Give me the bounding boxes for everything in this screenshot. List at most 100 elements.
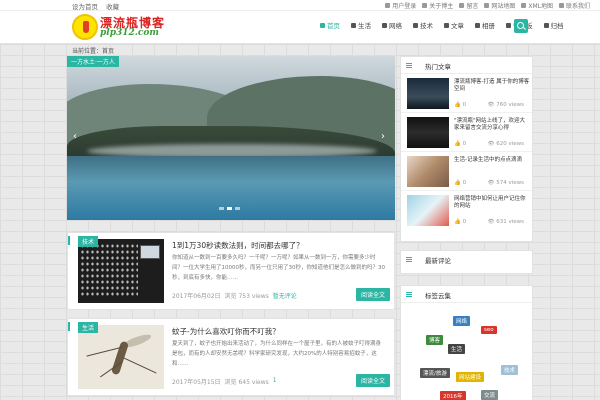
post-thumbnail[interactable]	[78, 325, 164, 389]
tag-item[interactable]: 网络	[453, 316, 471, 326]
post-title[interactable]: 蚊子-为什么喜欢叮你而不叮我？	[172, 326, 280, 337]
like-count: 👍 0	[454, 180, 467, 186]
top-right-links: 用户登录 关于博主 留言 网站地图 XML地图 联系我们	[385, 1, 590, 10]
hot-post-item[interactable]: 网络营销中如何让用户记住你的网站 👍 0 👁 631 views	[401, 191, 532, 230]
tag-item[interactable]: 技术	[501, 365, 519, 375]
post-category-tag[interactable]: 生活	[78, 322, 99, 333]
map-marker-icon	[484, 3, 490, 8]
equipment-screen	[140, 245, 160, 259]
view-count-value: 620 views	[496, 141, 524, 147]
contact-label: 联系我们	[565, 3, 590, 10]
hot-post-item[interactable]: 生活-记录生活中的点点滴滴 👍 0 👁 574 views	[401, 152, 532, 191]
search-button[interactable]	[514, 19, 528, 33]
list-icon	[406, 257, 412, 262]
home-icon	[320, 22, 325, 28]
bookmark-icon	[459, 3, 465, 8]
trophy-icon	[444, 22, 449, 28]
people-icon	[351, 22, 356, 28]
xml-map-link[interactable]: XML地图	[521, 1, 553, 10]
nav-archive-label: 归档	[550, 22, 564, 30]
hot-post-title[interactable]: 生活-记录生活中的点点滴滴	[454, 157, 530, 164]
hot-post-title[interactable]: "漂流瓶"网站上线了，欢迎大家来留言交流分享心得	[454, 118, 530, 132]
hot-post-item[interactable]: 漂流瓶博客-打造 属于你的博客空间 👍 0 👁 760 views	[401, 74, 532, 113]
nav-album-label: 相册	[482, 22, 495, 30]
nav-album[interactable]: 相册	[475, 20, 495, 30]
view-count-value: 760 views	[496, 102, 524, 108]
hot-post-thumbnail[interactable]	[407, 195, 449, 226]
slide-caption[interactable]: 一方水土·一方人	[67, 56, 119, 67]
tag-item[interactable]: 交流	[481, 390, 499, 400]
list-icon	[406, 63, 412, 68]
nav-life-label: 生活	[358, 22, 371, 30]
like-count: 👍 0	[454, 102, 467, 108]
post-thumbnail[interactable]	[78, 239, 164, 303]
profile-icon	[422, 3, 428, 8]
camera-icon	[475, 22, 480, 28]
rss-icon	[521, 3, 527, 8]
like-count: 👍 0	[454, 141, 467, 147]
tag-cloud: 网络 seo 博客 生活 漂流/旅游 网站建设 技术 2016年 交流	[401, 303, 532, 400]
like-count-value: 0	[462, 219, 467, 225]
post-comment-link[interactable]: 暂无评论	[273, 291, 297, 300]
slider-dot[interactable]	[219, 207, 224, 210]
read-more-button[interactable]: 阅读全文	[355, 288, 390, 301]
like-count-value: 0	[462, 102, 467, 108]
post-meta: 2017年05月15日 浏览 645 views 1	[172, 377, 277, 386]
view-count: 👁 620 views	[487, 141, 524, 147]
about-link[interactable]: 关于博主	[422, 1, 453, 10]
hot-post-thumbnail[interactable]	[407, 117, 449, 148]
nav-network[interactable]: 网络	[382, 20, 402, 30]
tag-item[interactable]: 博客	[426, 335, 444, 345]
slider-dots	[219, 207, 240, 210]
archive-icon	[543, 22, 549, 28]
post-title[interactable]: 1到1万30秒读数法则，时间都去哪了？	[172, 240, 304, 251]
hot-post-item[interactable]: "漂流瓶"网站上线了，欢迎大家来留言交流分享心得 👍 0 👁 620 views	[401, 113, 532, 152]
hot-post-thumbnail[interactable]	[407, 156, 449, 187]
equipment-grid	[80, 243, 138, 297]
nav-home[interactable]: 首页	[320, 20, 340, 30]
like-count-value: 0	[462, 180, 467, 186]
set-homepage-link[interactable]: 设为首页	[72, 3, 98, 11]
post-views: 浏览 645 views	[224, 379, 269, 386]
hot-post-thumbnail[interactable]	[407, 78, 449, 109]
message-link[interactable]: 留言	[459, 1, 478, 10]
logo-domain: plp312.com	[100, 28, 159, 38]
slider-next-icon[interactable]: ›	[381, 132, 389, 142]
post-meta: 2017年06月02日 浏览 753 views 暂无评论	[172, 291, 297, 300]
post-date: 2017年05月15日	[172, 379, 221, 386]
post-views: 浏览 753 views	[224, 293, 269, 300]
slider-dot-active[interactable]	[227, 207, 232, 210]
tag-item[interactable]: 生活	[448, 344, 466, 354]
tag-item[interactable]: seo	[481, 326, 497, 334]
nav-articles[interactable]: 文章	[444, 20, 464, 30]
tag-item[interactable]: 漂流/旅游	[420, 368, 450, 378]
like-count: 👍 0	[454, 219, 467, 225]
slider-prev-icon[interactable]: ‹	[73, 132, 81, 142]
sitemap-link[interactable]: 网站地图	[484, 1, 515, 10]
post-comment-count[interactable]: 1	[273, 377, 277, 386]
nav-life[interactable]: 生活	[351, 20, 371, 30]
site-logo[interactable]: 漂流瓶博客 plp312.com	[72, 13, 168, 41]
lock-icon	[558, 3, 564, 8]
like-count-value: 0	[462, 141, 467, 147]
contact-link[interactable]: 联系我们	[558, 1, 590, 10]
widget-title: 最新评论	[425, 257, 451, 265]
slider-dot[interactable]	[235, 207, 240, 210]
view-count: 👁 631 views	[487, 219, 524, 225]
post-category-tag[interactable]: 技术	[78, 236, 99, 247]
nav-home-label: 首页	[327, 22, 340, 30]
nav-tech[interactable]: 技术	[413, 20, 433, 30]
login-link[interactable]: 用户登录	[385, 1, 416, 10]
view-count-value: 574 views	[496, 180, 524, 186]
hot-post-title[interactable]: 漂流瓶博客-打造 属于你的博客空间	[454, 79, 530, 93]
favorite-link[interactable]: 收藏	[106, 3, 119, 11]
widget-header: 热门文章	[401, 57, 532, 74]
nav-tech-label: 技术	[420, 22, 433, 30]
nav-archive[interactable]: 归档	[543, 20, 564, 30]
widget-title: 标签云集	[425, 292, 451, 300]
hot-post-title[interactable]: 网络营销中如何让用户记住你的网站	[454, 196, 530, 210]
hero-slider[interactable]: 一方水土·一方人 ‹ ›	[67, 56, 395, 220]
tag-item[interactable]: 2016年	[440, 391, 466, 400]
tag-item[interactable]: 网站建设	[456, 372, 485, 382]
read-more-button[interactable]: 阅读全文	[355, 374, 390, 387]
